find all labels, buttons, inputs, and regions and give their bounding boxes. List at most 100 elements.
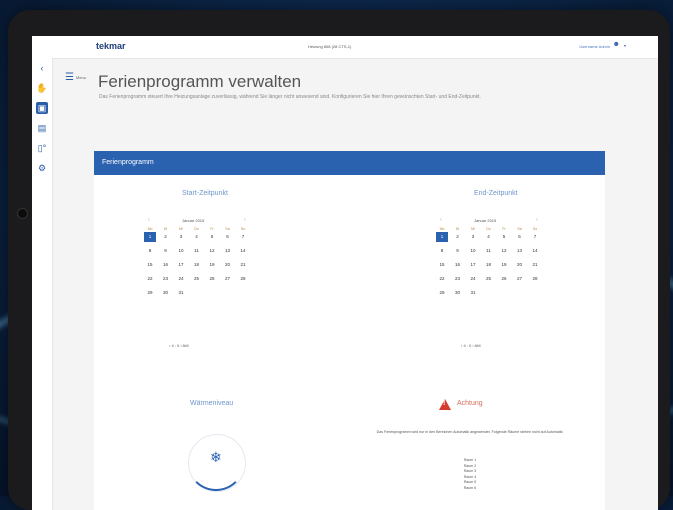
calendar-day[interactable]: 14: [529, 246, 541, 256]
chevron-down-icon[interactable]: ▾: [624, 43, 626, 48]
calendar-day[interactable]: 24: [467, 274, 479, 284]
calendar-day[interactable]: 11: [191, 246, 203, 256]
app-logo[interactable]: tekmar: [96, 41, 126, 51]
calendar-day[interactable]: 18: [191, 260, 203, 270]
sidebar-item-vacation[interactable]: ▣: [36, 102, 48, 114]
calendar-day[interactable]: 12: [498, 246, 510, 256]
calendar-day[interactable]: 16: [160, 260, 172, 270]
calendar-day[interactable]: 9: [160, 246, 172, 256]
calendar-day[interactable]: 26: [206, 274, 218, 284]
calendar-day[interactable]: 7: [529, 232, 541, 242]
weekday-label: Di: [455, 227, 460, 231]
calendar-day[interactable]: 3: [467, 232, 479, 242]
icon-sidebar: ‹ ✋ ▣ ▤ ▯° ⚙: [32, 58, 53, 510]
calendar-day[interactable]: 2: [452, 232, 464, 242]
next-month-button[interactable]: ›: [244, 217, 246, 223]
calendar-day[interactable]: 8: [144, 246, 156, 256]
sidebar-item-temperature[interactable]: ▯°: [36, 142, 48, 154]
sidebar-item-manual[interactable]: ✋: [36, 82, 48, 94]
month-label[interactable]: Januar 2015: [182, 218, 204, 223]
user-menu-label[interactable]: Username Admin: [579, 44, 610, 49]
calendar-day[interactable]: 15: [144, 260, 156, 270]
month-label[interactable]: Januar 2015: [474, 218, 496, 223]
time-picker[interactable]: ‹ 4 : 0 › AM: [461, 343, 481, 348]
calendar-day[interactable]: 16: [452, 260, 464, 270]
calendar-day[interactable]: 18: [483, 260, 495, 270]
calendar-day[interactable]: 26: [498, 274, 510, 284]
calendar-day[interactable]: 11: [483, 246, 495, 256]
calendar-day[interactable]: 2: [160, 232, 172, 242]
calendar-day[interactable]: 21: [237, 260, 249, 270]
calendar-day[interactable]: 24: [175, 274, 187, 284]
calendar-day[interactable]: 28: [529, 274, 541, 284]
calendar-day[interactable]: 25: [191, 274, 203, 284]
calendar-day[interactable]: 22: [436, 274, 448, 284]
calendar-day[interactable]: 8: [436, 246, 448, 256]
calendar-day[interactable]: 30: [452, 288, 464, 298]
calendar-day[interactable]: 6: [514, 232, 526, 242]
panel-title: Ferienprogramm: [102, 159, 154, 166]
calendar-day[interactable]: 13: [514, 246, 526, 256]
next-month-button[interactable]: ›: [536, 217, 538, 223]
room-item: Raum 2: [463, 463, 477, 468]
calendar-day[interactable]: 27: [514, 274, 526, 284]
time-picker[interactable]: ‹ 4 : 0 › AM: [169, 343, 189, 348]
calendar-day[interactable]: 9: [452, 246, 464, 256]
weekday-label: Do: [194, 227, 199, 231]
calendar-day[interactable]: 7: [237, 232, 249, 242]
calendar-day[interactable]: 13: [222, 246, 234, 256]
back-icon[interactable]: ‹: [36, 62, 48, 74]
calendar-day[interactable]: 20: [514, 260, 526, 270]
calendar-day[interactable]: 20: [222, 260, 234, 270]
calendar-day[interactable]: 10: [467, 246, 479, 256]
sidebar-item-schedule[interactable]: ▤: [36, 122, 48, 134]
calendar-day[interactable]: 15: [436, 260, 448, 270]
calendar-day[interactable]: 22: [144, 274, 156, 284]
calendar-day[interactable]: 19: [498, 260, 510, 270]
calendar-day[interactable]: 23: [160, 274, 172, 284]
menu-icon[interactable]: ☰: [65, 72, 74, 83]
device-selector[interactable]: Heizung 808 (28 CTS-1): [308, 44, 351, 49]
prev-month-button[interactable]: ‹: [148, 217, 150, 223]
weekday-label: Fr: [210, 227, 214, 231]
room-item: Raum 3: [463, 469, 477, 473]
weekday-label: Mi: [471, 227, 475, 231]
prev-month-button[interactable]: ‹: [440, 217, 442, 223]
calendar-day[interactable]: 29: [144, 288, 156, 298]
room-item: Raum 1: [463, 458, 477, 462]
calendar-day[interactable]: 19: [206, 260, 218, 270]
calendar-day[interactable]: 14: [237, 246, 249, 256]
calendar-day[interactable]: 3: [175, 232, 187, 242]
calendar-day[interactable]: 10: [175, 246, 187, 256]
calendar-day[interactable]: 5: [498, 232, 510, 242]
user-icon[interactable]: ☻: [613, 41, 620, 48]
calendar-day[interactable]: 31: [467, 288, 479, 298]
gear-icon[interactable]: ⚙: [36, 162, 48, 174]
menu-label[interactable]: Menu: [76, 75, 86, 80]
calendar-day[interactable]: 6: [222, 232, 234, 242]
calendar-day[interactable]: 5: [206, 232, 218, 242]
weekday-label: Do: [486, 227, 491, 231]
snowflake-icon: ❄: [210, 449, 222, 465]
calendar-day[interactable]: 25: [483, 274, 495, 284]
weekday-label: Mi: [179, 227, 183, 231]
room-item: Raum 6: [463, 485, 477, 490]
room-item: Raum 4: [463, 474, 477, 479]
calendar-day[interactable]: 12: [206, 246, 218, 256]
calendar-day[interactable]: 17: [175, 260, 187, 270]
calendar-day[interactable]: 31: [175, 288, 187, 298]
camera: [17, 208, 28, 219]
calendar-day[interactable]: 4: [191, 232, 203, 242]
calendar-day[interactable]: 17: [467, 260, 479, 270]
weekday-label: Sa: [517, 227, 522, 231]
tablet-frame: tekmar Heizung 808 (28 CTS-1) Username A…: [8, 10, 670, 510]
calendar-day[interactable]: 30: [160, 288, 172, 298]
calendar-day[interactable]: 29: [436, 288, 448, 298]
calendar-day[interactable]: 1: [436, 232, 448, 242]
calendar-day[interactable]: 28: [237, 274, 249, 284]
calendar-day[interactable]: 1: [144, 232, 156, 242]
calendar-day[interactable]: 27: [222, 274, 234, 284]
calendar-day[interactable]: 21: [529, 260, 541, 270]
calendar-day[interactable]: 4: [483, 232, 495, 242]
calendar-day[interactable]: 23: [452, 274, 464, 284]
